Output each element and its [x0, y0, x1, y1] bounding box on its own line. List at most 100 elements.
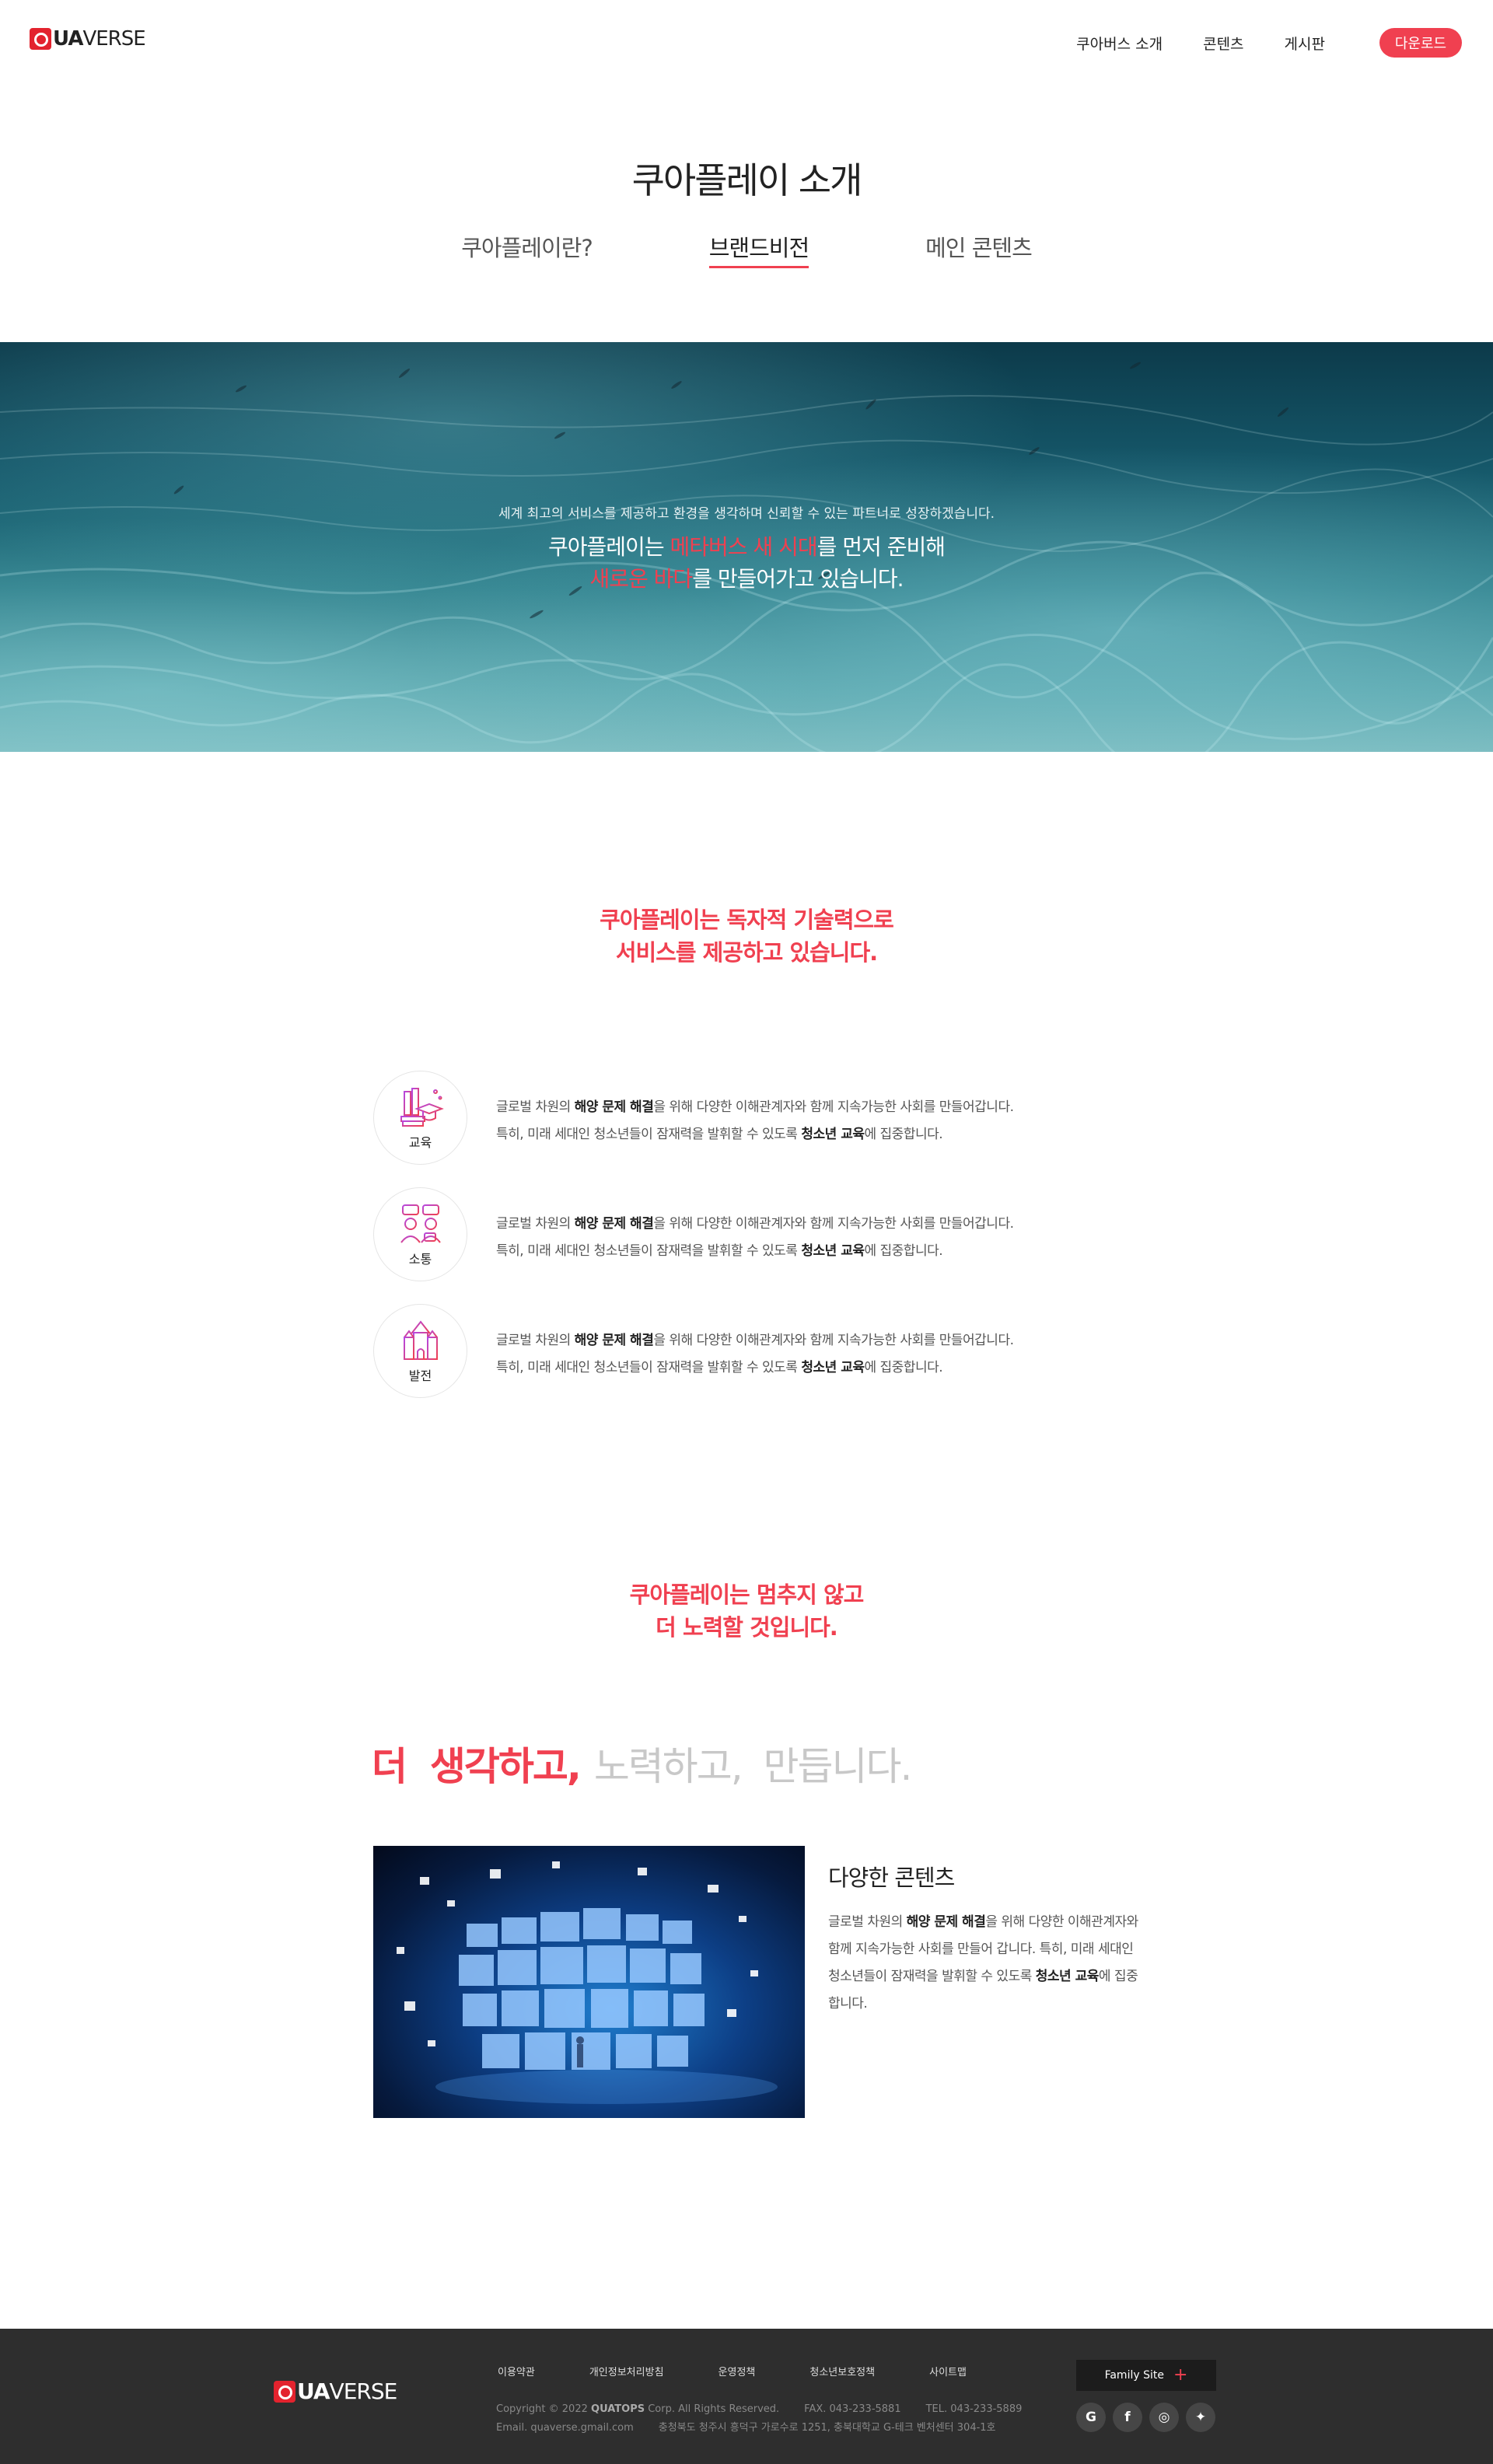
feature-education-text: 글로벌 차원의 해양 문제 해결을 위해 다양한 이해관계자와 함께 지속가능한… [496, 1094, 1014, 1148]
footer-info-line2: Email. quaverse.gmail.com 충청북도 청주시 흥덕구 가로… [496, 2419, 1047, 2438]
feature-development: 발전 글로벌 차원의 해양 문제 해결을 위해 다양한 이해관계자와 함께 지속… [373, 1304, 1120, 1398]
footer-link-terms[interactable]: 이용약관 [498, 2364, 535, 2378]
hero-headline-line1: 쿠아플레이는 메타버스 새 시대를 먼저 준비해 [0, 531, 1493, 563]
family-site-label: Family Site [1104, 2369, 1164, 2382]
tech-heading-line1: 쿠아플레이는 독자적 기술력으로 [600, 907, 894, 933]
feature-education-line1: 글로벌 차원의 해양 문제 해결을 위해 다양한 이해관계자와 함께 지속가능한… [496, 1094, 1014, 1121]
logo-ua: UA [53, 27, 83, 51]
tab-what-is-quaplay[interactable]: 쿠아플레이란? [461, 230, 593, 268]
hero-line1-pre: 쿠아플레이는 [548, 534, 670, 560]
feature-communication-label: 소통 [408, 1251, 432, 1267]
feature-education-line2: 특히, 미래 세대인 청소년들이 잠재력을 발휘할 수 있도록 청소년 교육에 … [496, 1121, 1014, 1148]
effort-heading: 쿠아플레이는 멈추지 않고 더 노력할 것입니다. [0, 1578, 1493, 1644]
text-segment: 에 집중합니다. [864, 1243, 943, 1259]
text-bold: 청소년 교육 [801, 1127, 865, 1142]
logo-text: UAVERSE [53, 27, 146, 51]
family-site-button[interactable]: Family Site + [1076, 2360, 1216, 2391]
feature-development-badge: 발전 [373, 1304, 467, 1398]
copyright: Copyright © 2022 QUATOPS Corp. All Right… [496, 2403, 779, 2415]
tech-heading: 쿠아플레이는 독자적 기술력으로 서비스를 제공하고 있습니다. [0, 903, 1493, 969]
hero-headline: 쿠아플레이는 메타버스 새 시대를 먼저 준비해 새로운 바다를 만들어가고 있… [0, 531, 1493, 595]
page-title: 쿠아플레이 소개 [631, 159, 863, 201]
twitter-icon[interactable]: ✦ [1186, 2403, 1215, 2432]
text-segment: 글로벌 차원의 [496, 1216, 575, 1232]
google-icon[interactable]: G [1076, 2403, 1106, 2432]
feature-development-line2: 특히, 미래 세대인 청소년들이 잠재력을 발휘할 수 있도록 청소년 교육에 … [496, 1354, 1014, 1382]
slogan: 더 생각하고, 노력하고, 만듭니다. [372, 1735, 913, 1791]
education-icon [400, 1087, 444, 1127]
feature-communication-text: 글로벌 차원의 해양 문제 해결을 위해 다양한 이해관계자와 함께 지속가능한… [496, 1211, 1014, 1265]
contents-description: 글로벌 차원의 해양 문제 해결을 위해 다양한 이해관계자와 함께 지속가능한… [828, 1909, 1139, 2018]
slogan-rest: 노력하고, 만듭니다. [593, 1744, 913, 1789]
header: UAVERSE 쿠아버스 소개 콘텐츠 게시판 다운로드 [0, 0, 1493, 81]
feature-education-badge: 교육 [373, 1071, 467, 1165]
footer-link-privacy[interactable]: 개인정보처리방침 [589, 2364, 664, 2378]
text-segment: 글로벌 차원의 [496, 1333, 575, 1348]
hero-line2-post: 를 만들어가고 있습니다. [692, 566, 904, 592]
text-bold: 청소년 교육 [801, 1360, 865, 1375]
plus-icon: + [1173, 2365, 1188, 2385]
footer-logo-verse: VERSE [329, 2378, 398, 2404]
text-segment: 특히, 미래 세대인 청소년들이 잠재력을 발휘할 수 있도록 [496, 1243, 802, 1259]
text-segment: 에 집중합니다. [864, 1127, 943, 1142]
footer-info: Copyright © 2022 QUATOPS Corp. All Right… [496, 2400, 1047, 2438]
footer-fax: FAX. 043-233-5881 [804, 2403, 901, 2415]
feature-education-label: 교육 [408, 1134, 432, 1150]
footer-logo[interactable]: UAVERSE [274, 2378, 397, 2404]
hero-subtitle: 세계 최고의 서비스를 제공하고 환경을 생각하며 신뢰할 수 있는 파트너로 … [498, 506, 995, 522]
text-segment: 글로벌 차원의 [496, 1099, 575, 1115]
hero-ocean-banner: 세계 최고의 서비스를 제공하고 환경을 생각하며 신뢰할 수 있는 파트너로 … [0, 342, 1493, 752]
tab-main-contents[interactable]: 메인 콘텐츠 [925, 230, 1033, 268]
text-segment: 을 위해 다양한 이해관계자와 함께 지속가능한 사회를 만들어갑니다. [653, 1099, 1014, 1115]
facebook-icon[interactable]: f [1113, 2403, 1142, 2432]
logo[interactable]: UAVERSE [30, 25, 146, 53]
main-nav: 쿠아버스 소개 콘텐츠 게시판 다운로드 [1036, 28, 1462, 58]
effort-heading-line2: 더 노력할 것입니다. [656, 1614, 838, 1641]
hero-line1-post: 를 먼저 준비해 [816, 534, 946, 560]
footer-email: Email. quaverse.gmail.com [496, 2422, 634, 2434]
contents-title: 다양한 콘텐츠 [828, 1865, 955, 1891]
download-button[interactable]: 다운로드 [1379, 28, 1462, 58]
nav-quaverse-intro[interactable]: 쿠아버스 소개 [1076, 33, 1163, 54]
feature-development-text: 글로벌 차원의 해양 문제 해결을 위해 다양한 이해관계자와 함께 지속가능한… [496, 1327, 1014, 1382]
intro-tabs: 쿠아플레이란? 브랜드비전 메인 콘텐츠 [0, 230, 1493, 268]
footer-logo-ua: UA [297, 2378, 330, 2404]
footer-tel: TEL. 043-233-5889 [925, 2403, 1023, 2415]
hero-headline-line2: 새로운 바다를 만들어가고 있습니다. [0, 563, 1493, 595]
nav-contents[interactable]: 콘텐츠 [1203, 33, 1243, 54]
slogan-highlight: 더 생각하고, [372, 1744, 582, 1789]
feature-development-line1: 글로벌 차원의 해양 문제 해결을 위해 다양한 이해관계자와 함께 지속가능한… [496, 1327, 1014, 1354]
logo-verse: VERSE [82, 27, 145, 51]
text-bold: 해양 문제 해결 [906, 1914, 986, 1930]
footer-link-youth[interactable]: 청소년보호정책 [809, 2364, 875, 2378]
feature-communication-line1: 글로벌 차원의 해양 문제 해결을 위해 다양한 이해관계자와 함께 지속가능한… [496, 1211, 1014, 1238]
text-segment: 글로벌 차원의 [828, 1914, 907, 1930]
footer-link-sitemap[interactable]: 사이트맵 [929, 2364, 967, 2378]
communication-icon [400, 1204, 441, 1243]
logo-q-mark [30, 28, 51, 50]
text-segment: 특히, 미래 세대인 청소년들이 잠재력을 발휘할 수 있도록 [496, 1360, 802, 1375]
copyright-pre: Copyright © 2022 [496, 2403, 592, 2415]
floating-screens-illustration [397, 1861, 778, 2104]
instagram-icon[interactable]: ◎ [1149, 2403, 1179, 2432]
footer: UAVERSE 이용약관 개인정보처리방침 운영정책 청소년보호정책 사이트맵 … [0, 2329, 1493, 2464]
text-bold: 해양 문제 해결 [574, 1333, 654, 1348]
text-bold: 해양 문제 해결 [574, 1099, 654, 1115]
hero-line2-highlight: 새로운 바다 [589, 566, 693, 592]
text-bold: 청소년 교육 [1035, 1969, 1100, 1984]
footer-info-line1: Copyright © 2022 QUATOPS Corp. All Right… [496, 2400, 1047, 2419]
feature-development-label: 발전 [408, 1368, 432, 1383]
effort-heading-line1: 쿠아플레이는 멈추지 않고 [629, 1582, 865, 1608]
tab-brand-vision[interactable]: 브랜드비전 [708, 230, 809, 268]
footer-address: 충청북도 청주시 흥덕구 가로수로 1251, 충북대학교 G-테크 벤처센터 … [658, 2422, 996, 2434]
footer-link-policy[interactable]: 운영정책 [719, 2364, 756, 2378]
footer-logo-q-mark [274, 2380, 295, 2403]
text-bold: 해양 문제 해결 [574, 1216, 654, 1232]
feature-education: 교육 글로벌 차원의 해양 문제 해결을 위해 다양한 이해관계자와 함께 지속… [373, 1071, 1120, 1165]
feature-communication-line2: 특히, 미래 세대인 청소년들이 잠재력을 발휘할 수 있도록 청소년 교육에 … [496, 1238, 1014, 1265]
copyright-company: QUATOPS [591, 2403, 645, 2415]
text-bold: 청소년 교육 [801, 1243, 865, 1259]
text-segment: 을 위해 다양한 이해관계자와 함께 지속가능한 사회를 만들어갑니다. [653, 1216, 1014, 1232]
contents-image [373, 1846, 805, 2118]
nav-board[interactable]: 게시판 [1285, 33, 1325, 54]
